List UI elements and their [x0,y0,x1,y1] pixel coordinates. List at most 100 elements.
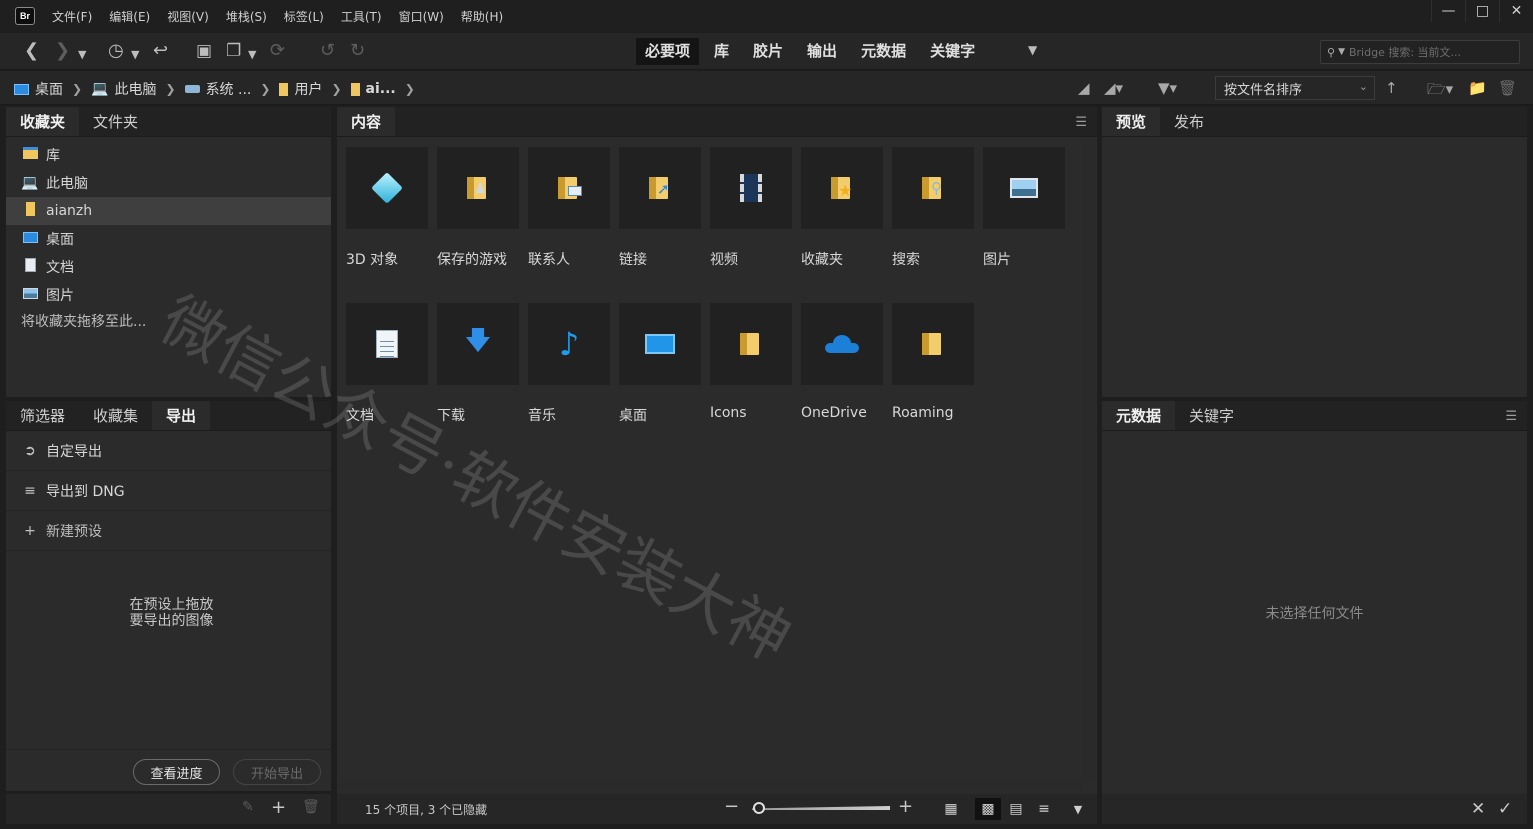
export-item-new-preset[interactable]: + 新建预设 [6,511,331,551]
search-dropdown-icon[interactable]: ▼ [1338,47,1345,57]
thumbnail-pictures[interactable] [983,147,1065,229]
menu-stacks[interactable]: 堆栈(S) [226,8,267,25]
grid-lock-icon[interactable]: ▦ [938,798,964,820]
panel-menu-icon[interactable]: ☰ [1075,115,1087,130]
tab-publish[interactable]: 发布 [1160,107,1218,136]
tab-folders[interactable]: 文件夹 [79,107,152,136]
tab-favorites[interactable]: 收藏夹 [6,107,80,136]
view-options-dropdown-icon[interactable]: ▼ [1065,798,1091,820]
tab-export[interactable]: 导出 [152,401,211,430]
favorite-item-desktop[interactable]: 桌面 [6,225,331,253]
export-item-dng[interactable]: ≡ 导出到 DNG [6,471,331,511]
search-input[interactable]: ⚲ ▼ Bridge 搜索: 当前文... [1320,40,1520,64]
close-window-button[interactable]: ✕ [1499,0,1533,22]
workspace-filmstrip[interactable]: 胶片 [744,38,792,65]
add-preset-icon[interactable]: + [271,797,286,818]
tab-filter[interactable]: 筛选器 [6,401,79,430]
thumbnail-roaming[interactable] [892,303,974,385]
breadcrumb-item-users[interactable]: 用户 [279,79,322,99]
breadcrumb-item-this-pc[interactable]: 💻 此电脑 [91,79,156,99]
rotate-right-icon[interactable]: ↻ [350,41,365,61]
camera-icon[interactable]: ▣ [196,41,212,61]
favorite-item-pictures[interactable]: 图片 [6,281,331,309]
thumbnail-downloads[interactable]: 🡇 [437,303,519,385]
recent-history-icon[interactable]: ◷ [108,41,124,61]
workspace-essentials[interactable]: 必要项 [636,38,700,65]
panel-menu-icon[interactable]: ☰ [1505,409,1517,424]
copy-icon[interactable]: ❐ [226,41,241,61]
sort-ascending-icon[interactable]: ↑ [1385,79,1398,97]
workspace-keywords[interactable]: 关键字 [921,38,984,65]
thumbnail-desktop[interactable] [619,303,701,385]
thumbnail-links[interactable]: ➚ [619,147,701,229]
thumbnail-videos[interactable] [710,147,792,229]
tab-content[interactable]: 内容 [337,107,396,136]
menu-edit[interactable]: 编辑(E) [109,8,150,25]
rating-filter-icon[interactable]: ◢▾ [1104,79,1123,97]
quality-icon[interactable]: ◢ [1078,79,1090,97]
horizontal-scrollbar[interactable] [338,779,1083,791]
menu-label[interactable]: 标签(L) [284,8,324,25]
breadcrumb-item-desktop[interactable]: 桌面 [14,79,63,99]
menu-window[interactable]: 窗口(W) [399,8,444,25]
view-details-icon[interactable]: ▤ [1003,798,1029,820]
filter-icon[interactable]: ▼▾ [1158,79,1177,97]
copy-dropdown-icon[interactable]: ▼ [248,45,256,65]
menu-view[interactable]: 视图(V) [167,8,209,25]
thumbnail-documents[interactable] [346,303,428,385]
chevron-right-icon[interactable]: ❯ [405,82,415,96]
thumbnail-icons[interactable] [710,303,792,385]
favorite-item-library[interactable]: 库 [6,141,331,169]
thumbnail-music[interactable]: ♪ [528,303,610,385]
chevron-right-icon[interactable]: ❯ [260,82,270,96]
tab-collections[interactable]: 收藏集 [79,401,152,430]
minimize-button[interactable]: — [1431,0,1465,22]
favorite-item-aianzh[interactable]: aianzh [6,197,331,225]
tab-metadata[interactable]: 元数据 [1102,401,1176,430]
thumbnail-favorites[interactable]: ★ [801,147,883,229]
boomerang-icon[interactable]: ↩ [153,41,168,61]
history-dropdown-icon[interactable]: ▼ [78,45,86,65]
zoom-in-icon[interactable]: + [898,796,913,817]
new-folder-icon[interactable]: 📁 [1468,79,1487,97]
recent-dropdown-icon[interactable]: ▼ [131,45,139,65]
back-icon[interactable]: ❮ [24,41,39,61]
workspace-output[interactable]: 输出 [798,38,846,65]
thumbnail-3d-objects[interactable] [346,147,428,229]
edit-preset-icon[interactable]: ✎ [242,799,254,815]
chevron-right-icon[interactable]: ❯ [331,82,341,96]
zoom-out-icon[interactable]: − [724,796,739,817]
menu-file[interactable]: 文件(F) [52,8,92,25]
chevron-right-icon[interactable]: ❯ [166,82,176,96]
view-list-icon[interactable]: ≡ [1031,798,1057,820]
favorite-item-documents[interactable]: 文档 [6,253,331,281]
forward-icon[interactable]: ❯ [55,41,70,61]
view-progress-button[interactable]: 查看进度 [133,759,220,785]
thumbnail-searches[interactable]: ⚲ [892,147,974,229]
menu-help[interactable]: 帮助(H) [461,8,503,25]
slider-handle[interactable] [753,802,765,814]
menu-tools[interactable]: 工具(T) [341,8,382,25]
cancel-icon[interactable]: ✕ [1471,799,1485,819]
favorite-item-this-pc[interactable]: 💻 此电脑 [6,169,331,197]
breadcrumb-item-user-folder[interactable]: ai... [350,81,396,97]
rotate-left-icon[interactable]: ↺ [320,41,335,61]
workspace-library[interactable]: 库 [705,38,738,65]
apply-icon[interactable]: ✓ [1498,799,1512,819]
export-item-custom[interactable]: ➲ 自定导出 [6,431,331,471]
thumbnail-contacts[interactable] [528,147,610,229]
thumbnail-saved-games[interactable]: ♟ [437,147,519,229]
delete-icon[interactable]: 🗑 [1498,79,1517,97]
view-thumbnails-icon[interactable]: ▩ [975,798,1001,820]
refine-icon[interactable]: ⟳ [270,41,285,61]
sort-dropdown[interactable]: 按文件名排序 ⌄ [1215,76,1375,100]
thumbnail-onedrive[interactable] [801,303,883,385]
open-recent-icon[interactable]: 🗁▾ [1427,79,1453,104]
workspace-metadata[interactable]: 元数据 [852,38,915,65]
vertical-scrollbar[interactable] [1083,137,1096,779]
tab-keywords[interactable]: 关键字 [1175,401,1248,430]
breadcrumb-item-system-drive[interactable]: 系统 ... [184,79,251,99]
delete-preset-icon[interactable]: 🗑 [302,799,320,815]
start-export-button[interactable]: 开始导出 [233,759,321,785]
workspace-more-icon[interactable]: ▼ [1028,43,1037,57]
